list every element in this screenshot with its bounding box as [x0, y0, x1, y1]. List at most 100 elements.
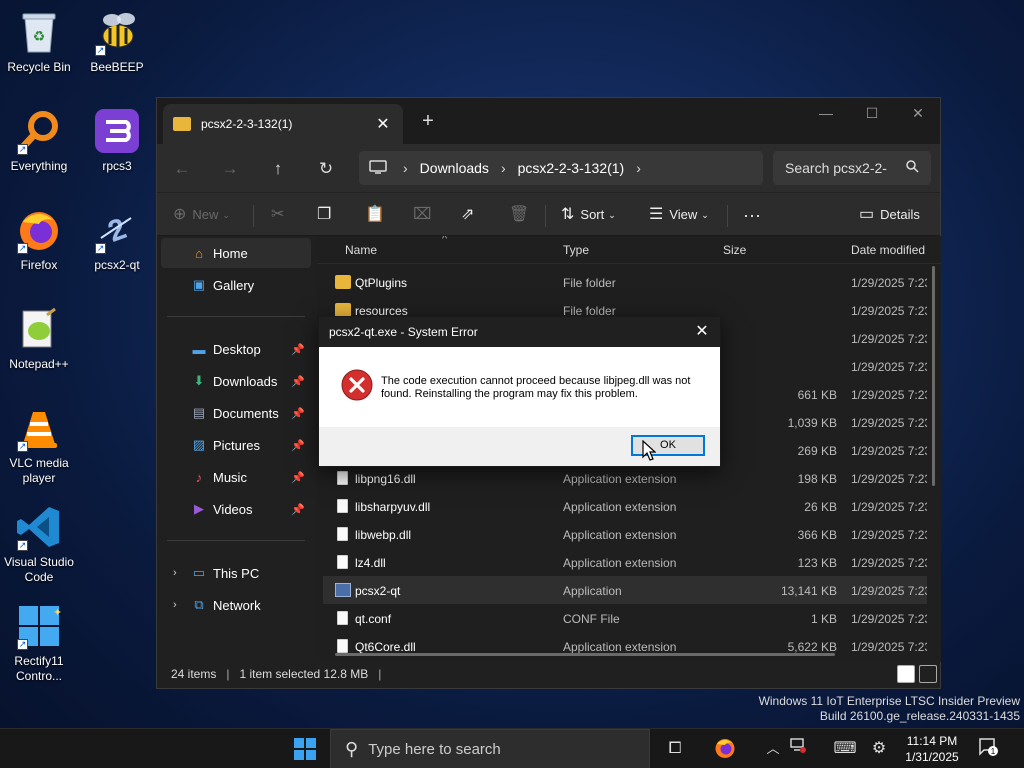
firefox-taskbar-button[interactable]	[712, 737, 738, 761]
explorer-tab[interactable]: pcsx2-2-3-132(1) ✕	[163, 104, 403, 144]
desktop-icon-pcsx2[interactable]: 2 ↗ pcsx2-qt	[78, 206, 156, 273]
desktop-icon-rpcs3[interactable]: rpcs3	[78, 107, 156, 174]
pin-icon[interactable]: 📌	[291, 407, 305, 420]
back-button[interactable]: ←	[167, 154, 197, 184]
row-size: 366 KB	[797, 528, 837, 542]
pin-icon[interactable]: 📌	[291, 503, 305, 516]
new-tab-button[interactable]: +	[415, 108, 441, 134]
row-date: 1/29/2025 7:23	[851, 472, 927, 486]
table-row[interactable]: lz4.dll Application extension 123 KB 1/29/2…	[323, 548, 927, 576]
title-bar: pcsx2-2-3-132(1) ✕ + — ☐ ✕	[157, 98, 940, 144]
row-name: QtPlugins	[355, 276, 408, 290]
windows-watermark: Windows 11 IoT Enterprise LTSC Insider P…	[759, 694, 1020, 724]
sidebar-item-documents[interactable]: ▤ Documents 📌	[161, 398, 311, 428]
table-row[interactable]: libsharpyuv.dll Application extension 26 K…	[323, 492, 927, 520]
pin-icon[interactable]: 📌	[291, 471, 305, 484]
more-options-button[interactable]: ···	[743, 201, 761, 229]
horizontal-scrollbar[interactable]	[335, 653, 835, 656]
refresh-button[interactable]: ↻	[311, 154, 341, 184]
table-row[interactable]: pcsx2-qt Application 13,141 KB 1/29/2025 7:…	[323, 576, 927, 604]
row-name: libpng16.dll	[355, 472, 416, 486]
search-box[interactable]: Search pcsx2-2-	[773, 151, 931, 185]
show-hidden-icons-button[interactable]: ︿	[760, 737, 786, 761]
desktop-icon-recycle-bin[interactable]: ♻ Recycle Bin	[0, 8, 78, 75]
table-row[interactable]: QtPlugins File folder 1/29/2025 7:23	[323, 268, 927, 296]
sidebar-item-network[interactable]: › ⧉ Network	[161, 590, 311, 620]
forward-button[interactable]: →	[215, 154, 245, 184]
row-name: Qt6Core.dll	[355, 640, 416, 654]
sort-button[interactable]: ⇅ Sort ⌄	[561, 201, 616, 229]
copy-button[interactable]: ❐	[317, 201, 337, 229]
row-date: 1/29/2025 7:23	[851, 276, 927, 290]
column-header-type[interactable]: Type	[563, 243, 589, 257]
pin-icon[interactable]: 📌	[291, 375, 305, 388]
taskbar-search-box[interactable]: ⚲ Type here to search	[330, 729, 650, 768]
desktop-icon-beebeep[interactable]: ↗ BeeBEEP	[78, 8, 156, 75]
address-bar[interactable]: › Downloads › pcsx2-2-3-132(1) ›	[359, 151, 763, 185]
share-button[interactable]: ⇗	[461, 201, 480, 229]
dialog-close-button[interactable]: ✕	[692, 322, 712, 342]
pin-icon[interactable]: 📌	[291, 343, 305, 356]
sidebar-item-downloads[interactable]: ⬇ Downloads 📌	[161, 366, 311, 396]
up-button[interactable]: ↑	[263, 154, 293, 184]
maximize-button[interactable]: ☐	[849, 98, 895, 128]
column-header-name[interactable]: Name	[345, 243, 377, 257]
svg-text:✦: ✦	[53, 607, 61, 619]
table-row[interactable]: libwebp.dll Application extension 366 KB 1/…	[323, 520, 927, 548]
settings-tray-icon[interactable]: ⚙	[866, 737, 892, 761]
desktop-icon-notepadpp[interactable]: Notepad++	[0, 305, 78, 372]
shortcut-arrow-icon: ↗	[17, 540, 28, 551]
tiles-view-button[interactable]	[919, 665, 937, 683]
navigation-bar: ← → ↑ ↻ › Downloads › pcsx2-2-3-132(1) ›…	[157, 144, 940, 192]
minimize-button[interactable]: —	[803, 98, 849, 128]
table-row[interactable]: qt.conf CONF File 1 KB 1/29/2025 7:23	[323, 604, 927, 632]
desktop-icon-firefox[interactable]: ↗ Firefox	[0, 206, 78, 273]
network-tray-icon[interactable]	[784, 737, 810, 761]
keyboard-tray-icon[interactable]: ⌨	[832, 737, 858, 761]
desktop-icon-rectify11[interactable]: ✦ ↗ Rectify11 Contro...	[0, 602, 78, 684]
chevron-right-icon[interactable]: ›	[173, 599, 177, 611]
desktop-icon-vlc[interactable]: ↗ VLC media player	[0, 404, 78, 486]
sidebar-item-desktop[interactable]: ▬ Desktop 📌	[161, 334, 311, 364]
sidebar-item-gallery[interactable]: ▣ Gallery	[161, 270, 311, 300]
cut-button[interactable]: ✂	[271, 201, 290, 229]
table-row[interactable]: libpng16.dll Application extension 198 KB 1…	[323, 464, 927, 492]
row-date: 1/29/2025 7:23	[851, 444, 927, 458]
sidebar-item-videos[interactable]: ▶ Videos 📌	[161, 494, 311, 524]
column-header-size[interactable]: Size	[723, 243, 746, 257]
sidebar-item-home[interactable]: ⌂ Home	[161, 238, 311, 268]
system-error-dialog: pcsx2-qt.exe - System Error ✕ The code e…	[318, 316, 721, 467]
new-button[interactable]: ⊕ New ⌄	[173, 201, 230, 229]
desktop-icon-label: VLC media player	[9, 456, 69, 485]
details-view-button[interactable]	[897, 665, 915, 683]
close-tab-button[interactable]: ✕	[373, 114, 393, 134]
paste-button[interactable]: 📋	[365, 201, 391, 229]
close-window-button[interactable]: ✕	[895, 98, 941, 128]
column-header-date[interactable]: Date modified	[851, 243, 925, 257]
breadcrumb-downloads[interactable]: Downloads	[420, 160, 489, 176]
desktop-icon-everything[interactable]: ↗ Everything	[0, 107, 78, 174]
row-date: 1/29/2025 7:23	[851, 332, 927, 346]
chevron-right-icon: ›	[403, 160, 408, 176]
delete-button[interactable]: 🗑	[509, 201, 535, 229]
task-view-button[interactable]: ⧠	[662, 737, 688, 761]
sidebar-item-label: Desktop	[213, 341, 261, 357]
chevron-right-icon[interactable]: ›	[173, 567, 177, 579]
desktop-icon-label: Rectify11 Contro...	[14, 654, 64, 683]
details-button[interactable]: ▭ Details	[859, 201, 920, 229]
breadcrumb-folder[interactable]: pcsx2-2-3-132(1)	[518, 160, 625, 176]
row-name: lz4.dll	[355, 556, 386, 570]
watermark-build: Build 26100.ge_release.240331-1435	[819, 709, 1020, 723]
sidebar-item-this-pc[interactable]: › ▭ This PC	[161, 558, 311, 588]
vertical-scrollbar[interactable]	[932, 266, 935, 486]
sidebar-item-music[interactable]: ♪ Music 📌	[161, 462, 311, 492]
pin-icon[interactable]: 📌	[291, 439, 305, 452]
rename-button[interactable]: ⌧	[413, 201, 437, 229]
notification-center-button[interactable]: 1	[976, 737, 1002, 761]
sidebar-item-pictures[interactable]: ▨ Pictures 📌	[161, 430, 311, 460]
start-button[interactable]	[294, 738, 316, 760]
taskbar-clock[interactable]: 11:14 PM 1/31/2025	[894, 733, 970, 765]
row-type: Application	[563, 584, 622, 598]
view-button[interactable]: ☰ View ⌄	[649, 201, 709, 229]
desktop-icon-vscode[interactable]: ↗ Visual Studio Code	[0, 503, 78, 585]
